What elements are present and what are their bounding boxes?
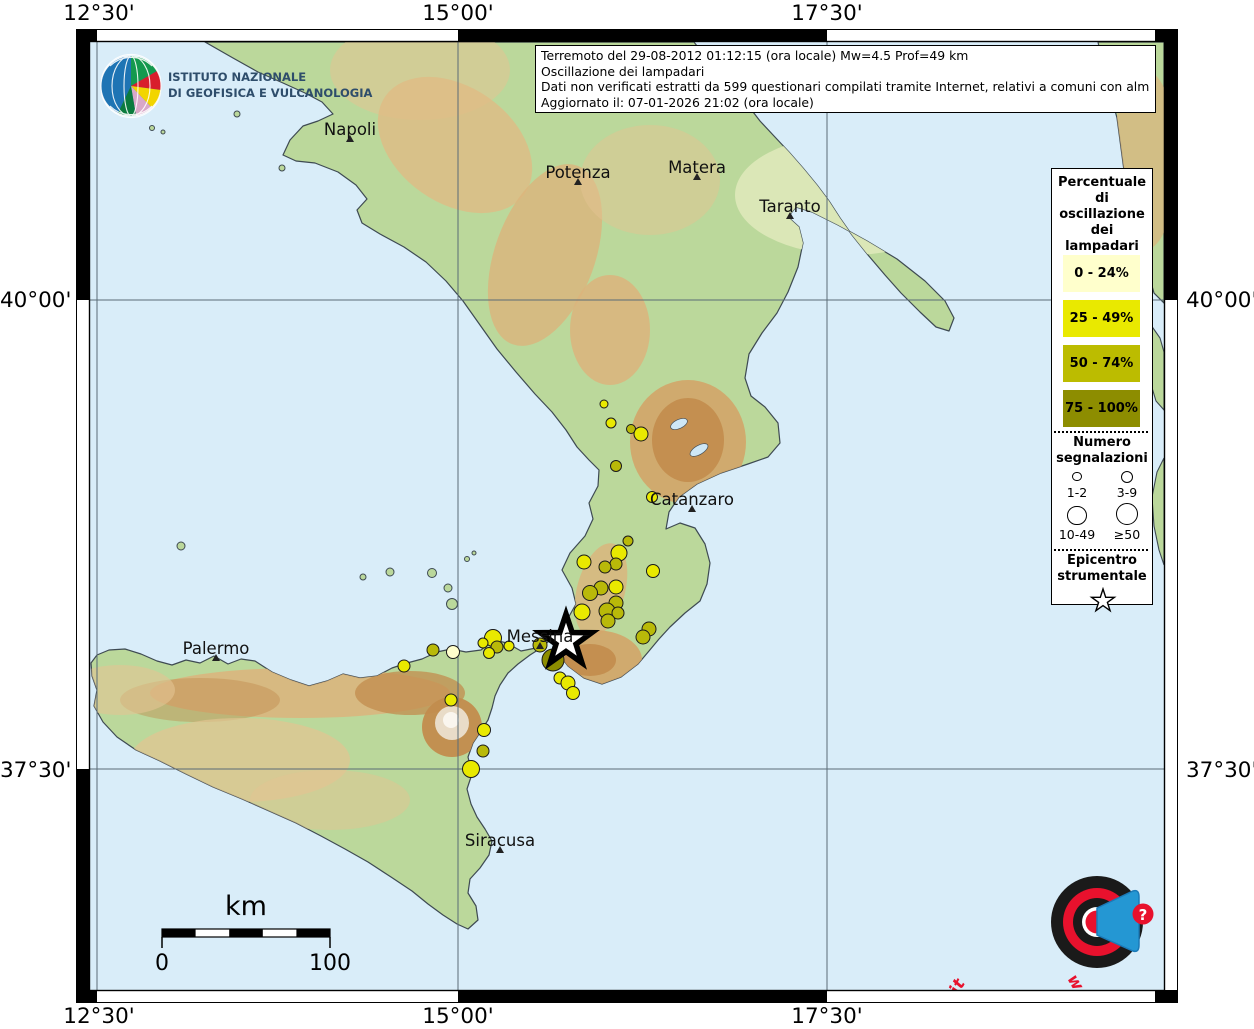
felt-report-dot <box>477 745 489 757</box>
felt-report-dot <box>606 418 616 428</box>
city-label-matera: Matera <box>668 158 726 177</box>
event-info-box: Terremoto del 29-08-2012 01:12:15 (ora l… <box>535 45 1156 113</box>
felt-report-dot <box>574 604 590 620</box>
question-mark: ? <box>1139 906 1148 924</box>
ingv-name-line2: DI GEOFISICA E VULCANOLOGIA <box>168 86 373 100</box>
coord-bottom: 17°30' <box>791 1004 863 1029</box>
felt-report-dot <box>398 660 410 672</box>
scale-bar-segment <box>296 929 330 937</box>
count-label-3-9: 3-9 <box>1103 485 1151 500</box>
count-circle-50plus <box>1116 503 1138 525</box>
coord-bottom: 15°00' <box>422 1004 494 1029</box>
scale-label-start: 0 <box>155 951 169 976</box>
felt-report-dot <box>636 630 650 644</box>
scale-bar-segment <box>229 929 263 937</box>
legend-epicenter-title-line: strumentale <box>1052 569 1152 585</box>
felt-report-dot <box>601 614 615 628</box>
count-circle-10-49 <box>1067 506 1086 525</box>
info-line-updated: Aggiornato il: 07-01-2026 21:02 (ora loc… <box>541 95 1150 111</box>
legend-swatch-75-100: 75 - 100% <box>1063 390 1140 427</box>
felt-report-dot <box>634 427 648 441</box>
city-label-palermo: Palermo <box>183 639 250 658</box>
coord-left: 37°30' <box>0 758 64 783</box>
city-label-siracusa: Siracusa <box>465 831 535 850</box>
legend-title-line: Percentuale <box>1052 175 1152 191</box>
legend-epicenter-title-line: Epicentro <box>1052 553 1152 569</box>
city-label-potenza: Potenza <box>545 163 610 182</box>
coord-right: 37°30' <box>1186 758 1254 783</box>
felt-report-dot <box>484 648 495 659</box>
coord-top: 17°30' <box>791 1 863 26</box>
legend-divider <box>1054 431 1148 433</box>
felt-report-dot <box>478 638 488 648</box>
felt-report-dot <box>427 644 439 656</box>
info-line-effect: Oscillazione dei lampadari <box>541 64 1150 80</box>
felt-report-dot <box>610 558 622 570</box>
scale-label-end: 100 <box>309 951 351 976</box>
felt-report-dot <box>600 400 608 408</box>
felt-report-dot <box>599 561 611 573</box>
legend-title-line: di <box>1052 191 1152 207</box>
legend: Percentuale di oscillazione dei lampadar… <box>1051 168 1153 605</box>
coord-bottom: 12°30' <box>63 1004 135 1029</box>
felt-report-dot <box>447 646 460 659</box>
felt-report-dot <box>583 586 598 601</box>
scale-unit-label: km <box>225 891 267 922</box>
legend-star-icon <box>1089 587 1117 615</box>
count-label-1-2: 1-2 <box>1053 485 1101 500</box>
city-label-napoli: Napoli <box>324 120 376 139</box>
legend-swatch-50-74: 50 - 74% <box>1063 345 1140 382</box>
legend-counts-title-line: segnalazioni <box>1052 451 1152 467</box>
count-circle-3-9 <box>1121 471 1133 483</box>
count-label-10-49: 10-49 <box>1053 527 1101 542</box>
info-line-data: Dati non verificati estratti da 599 ques… <box>541 79 1150 95</box>
felt-report-dot <box>445 694 457 706</box>
count-label-50plus: ≥50 <box>1103 527 1151 542</box>
legend-title-line: oscillazione <box>1052 207 1152 223</box>
coord-right: 40°00' <box>1186 288 1254 313</box>
felt-report-dot <box>623 536 633 546</box>
info-line-event: Terremoto del 29-08-2012 01:12:15 (ora l… <box>541 48 1150 64</box>
legend-title-line: dei <box>1052 223 1152 239</box>
coord-top: 15°00' <box>422 1 494 26</box>
scale-bar-segment <box>162 929 196 937</box>
felt-report-dot <box>463 761 480 778</box>
coord-left: 40°00' <box>0 288 64 313</box>
count-circle-1-2 <box>1072 472 1081 481</box>
felt-report-dot <box>611 461 622 472</box>
coord-top: 12°30' <box>63 1 135 26</box>
felt-report-dot <box>609 580 623 594</box>
map-page: Napoli Potenza Matera Taranto Catanzaro Paler… <box>0 0 1254 1024</box>
felt-report-dot <box>567 687 580 700</box>
legend-title-line: lampadari <box>1052 239 1152 255</box>
legend-counts-title-line: Numero <box>1052 435 1152 451</box>
felt-report-dot <box>577 555 591 569</box>
ingv-name-line1: ISTITUTO NAZIONALE <box>168 70 306 84</box>
city-label-messina: Messina <box>507 627 574 646</box>
legend-swatch-25-49: 25 - 49% <box>1063 300 1140 337</box>
legend-divider <box>1054 549 1148 551</box>
city-label-taranto: Taranto <box>758 197 820 216</box>
city-label-catanzaro: Catanzaro <box>650 490 734 509</box>
felt-report-dot <box>478 724 491 737</box>
felt-report-dot <box>647 565 660 578</box>
legend-swatch-0-24: 0 - 24% <box>1063 255 1140 292</box>
